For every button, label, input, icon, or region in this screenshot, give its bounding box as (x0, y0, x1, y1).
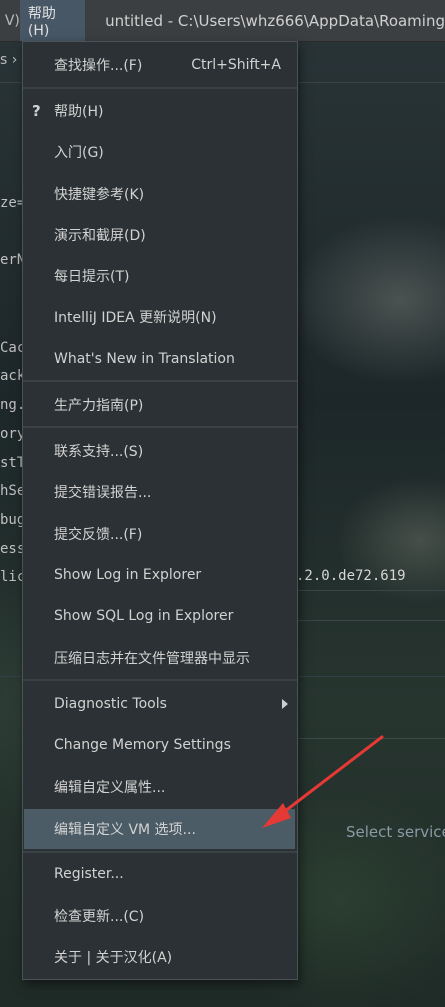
red-arrow-annotation (262, 735, 384, 828)
